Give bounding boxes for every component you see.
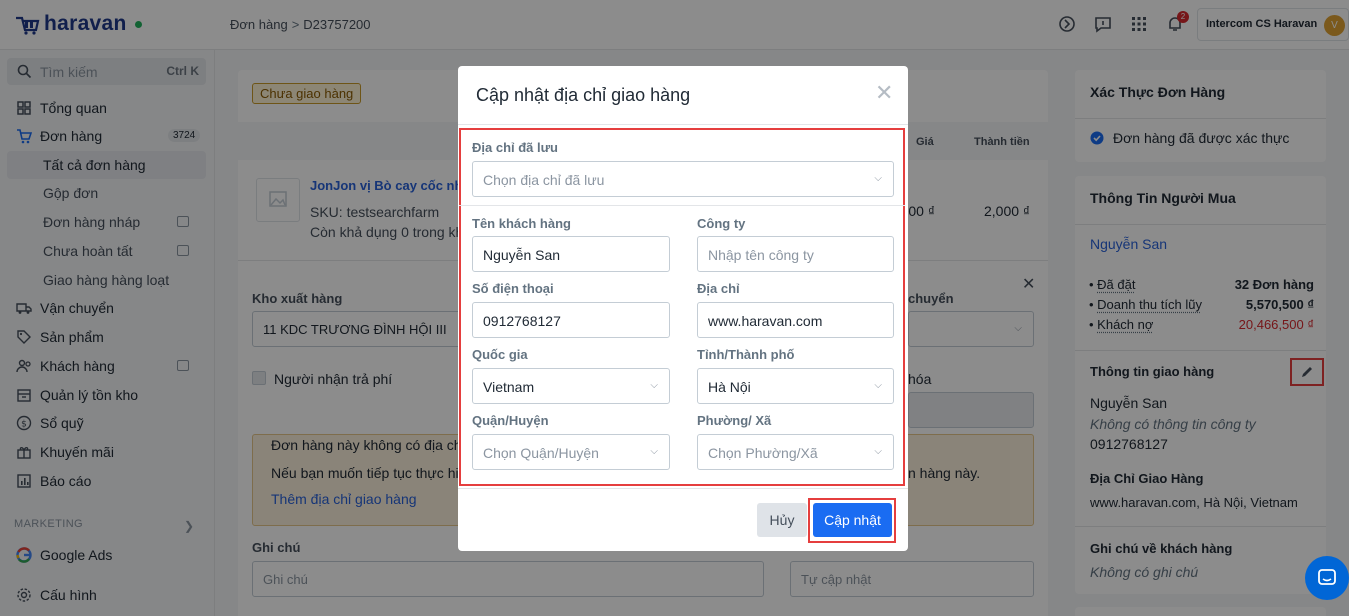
close-icon[interactable]: ✕	[875, 80, 893, 106]
phone-label: Số điện thoại	[472, 281, 554, 296]
form-divider	[459, 205, 905, 206]
chevron-down-icon: ⌵	[874, 173, 882, 184]
ward-label: Phường/ Xã	[697, 413, 772, 428]
saved-address-placeholder: Chọn địa chỉ đã lưu	[483, 172, 605, 188]
ward-select[interactable]: Chọn Phường/Xã ⌵	[697, 434, 894, 470]
modal-title: Cập nhật địa chỉ giao hàng	[476, 85, 691, 105]
address-label: Địa chỉ	[697, 281, 740, 296]
customer-name-input[interactable]: Nguyễn San	[472, 236, 670, 272]
customer-name-value: Nguyễn San	[483, 247, 561, 263]
app-root: haravan Đơn hàng > D23757200 2 Intercom CS…	[0, 0, 1349, 616]
district-label: Quận/Huyện	[472, 413, 549, 428]
saved-address-label: Địa chỉ đã lưu	[472, 140, 558, 155]
phone-input[interactable]: 0912768127	[472, 302, 670, 338]
district-placeholder: Chọn Quận/Huyện	[483, 445, 599, 461]
company-input[interactable]: Nhập tên công ty	[697, 236, 894, 272]
country-select[interactable]: Vietnam ⌵	[472, 368, 670, 404]
chevron-down-icon: ⌵	[650, 380, 658, 391]
modal-divider	[458, 124, 908, 125]
chat-bubble-icon	[1318, 569, 1336, 585]
address-input[interactable]: www.haravan.com	[697, 302, 894, 338]
update-button[interactable]: Cập nhật	[813, 503, 892, 537]
ward-placeholder: Chọn Phường/Xã	[708, 445, 818, 461]
country-value: Vietnam	[483, 379, 535, 395]
cancel-button[interactable]: Hủy	[757, 503, 807, 537]
province-select[interactable]: Hà Nội ⌵	[697, 368, 894, 404]
customer-name-label: Tên khách hàng	[472, 216, 571, 231]
country-label: Quốc gia	[472, 347, 528, 362]
phone-value: 0912768127	[483, 313, 561, 329]
district-select[interactable]: Chọn Quận/Huyện ⌵	[472, 434, 670, 470]
province-value: Hà Nội	[708, 379, 751, 395]
modal-footer-divider	[458, 488, 908, 489]
chevron-down-icon: ⌵	[874, 446, 882, 457]
province-label: Tỉnh/Thành phố	[697, 347, 795, 362]
company-placeholder: Nhập tên công ty	[708, 247, 814, 263]
chevron-down-icon: ⌵	[874, 380, 882, 391]
address-value: www.haravan.com	[708, 313, 823, 329]
saved-address-select[interactable]: Chọn địa chỉ đã lưu ⌵	[472, 161, 894, 197]
chevron-down-icon: ⌵	[650, 446, 658, 457]
chat-launcher-button[interactable]	[1305, 556, 1349, 600]
company-label: Công ty	[697, 216, 746, 231]
